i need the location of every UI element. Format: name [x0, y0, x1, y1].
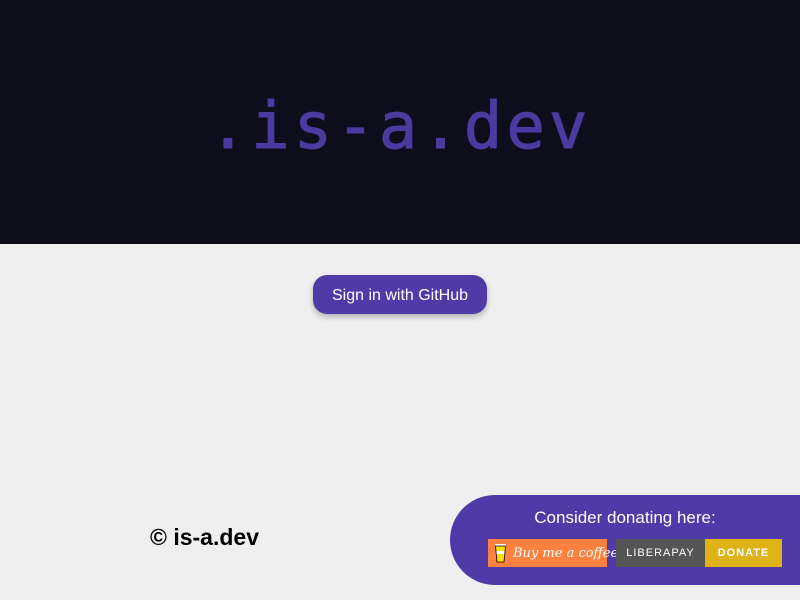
- github-signin-button[interactable]: Sign in with GitHub: [313, 275, 487, 314]
- buy-me-a-coffee-label: Buy me a coffee: [513, 545, 619, 561]
- coffee-cup-icon: [494, 543, 507, 563]
- donate-panel: Consider donating here: Buy me a coffee …: [450, 495, 800, 585]
- site-logo: .is-a.dev: [208, 90, 592, 164]
- buy-me-a-coffee-button[interactable]: Buy me a coffee: [488, 539, 618, 567]
- liberapay-donate-label: DONATE: [705, 539, 782, 567]
- copyright-text: © is-a.dev: [150, 524, 259, 550]
- liberapay-label: LIBERAPAY: [616, 539, 705, 567]
- donate-title: Consider donating here:: [534, 508, 716, 527]
- hero-banner: .is-a.dev: [0, 0, 800, 244]
- liberapay-donate-button[interactable]: LIBERAPAY DONATE: [616, 539, 782, 567]
